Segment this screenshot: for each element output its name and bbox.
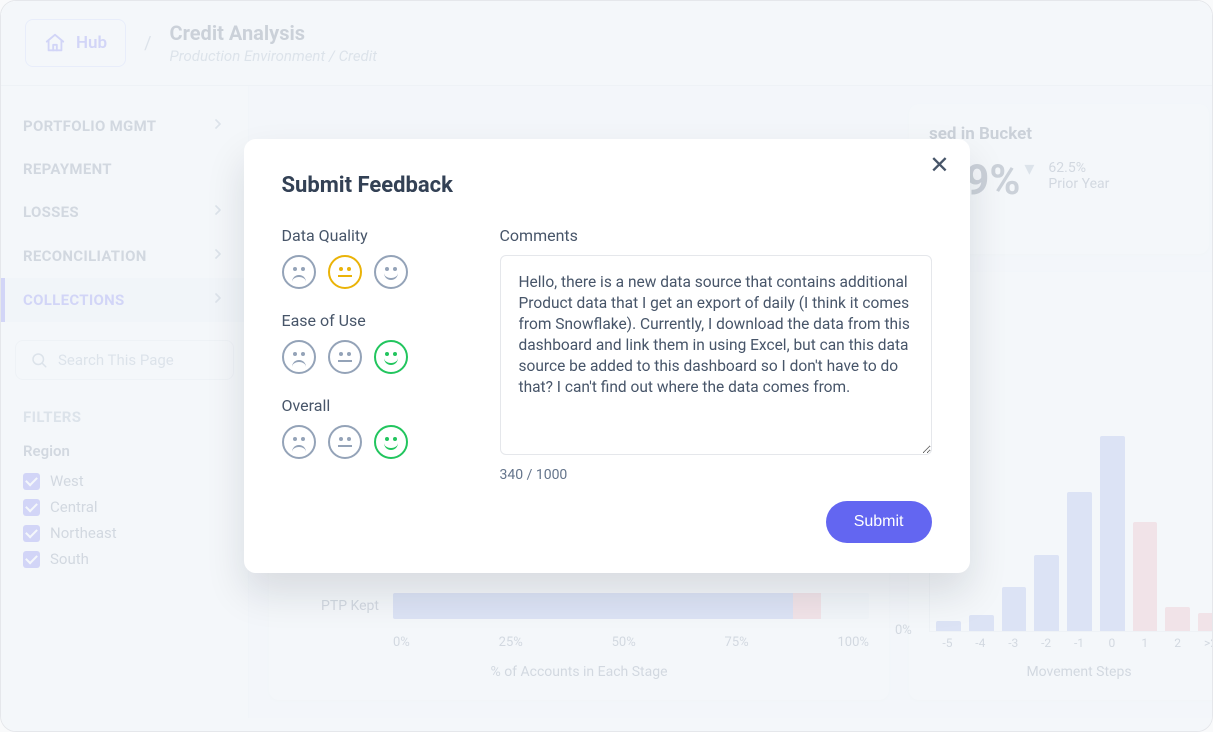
meh-face-icon[interactable] xyxy=(328,255,362,289)
comments-label: Comments xyxy=(500,226,932,245)
smile-face-icon[interactable] xyxy=(374,255,408,289)
smile-face-icon[interactable] xyxy=(374,425,408,459)
frown-face-icon[interactable] xyxy=(282,255,316,289)
submit-button[interactable]: Submit xyxy=(826,501,932,543)
meh-face-icon[interactable] xyxy=(328,425,362,459)
close-icon[interactable]: ✕ xyxy=(929,153,949,177)
frown-face-icon[interactable] xyxy=(282,425,316,459)
frown-face-icon[interactable] xyxy=(282,340,316,374)
comments-textarea[interactable] xyxy=(500,255,932,455)
feedback-modal: ✕ Submit Feedback Data Quality Ease of Us… xyxy=(244,139,970,573)
modal-title: Submit Feedback xyxy=(282,173,932,198)
char-count: 340 / 1000 xyxy=(500,467,932,483)
rating-label: Ease of Use xyxy=(282,311,452,330)
rating-label: Data Quality xyxy=(282,226,452,245)
smile-face-icon[interactable] xyxy=(374,340,408,374)
rating-label: Overall xyxy=(282,396,452,415)
modal-overlay: ✕ Submit Feedback Data Quality Ease of Us… xyxy=(1,1,1212,731)
meh-face-icon[interactable] xyxy=(328,340,362,374)
